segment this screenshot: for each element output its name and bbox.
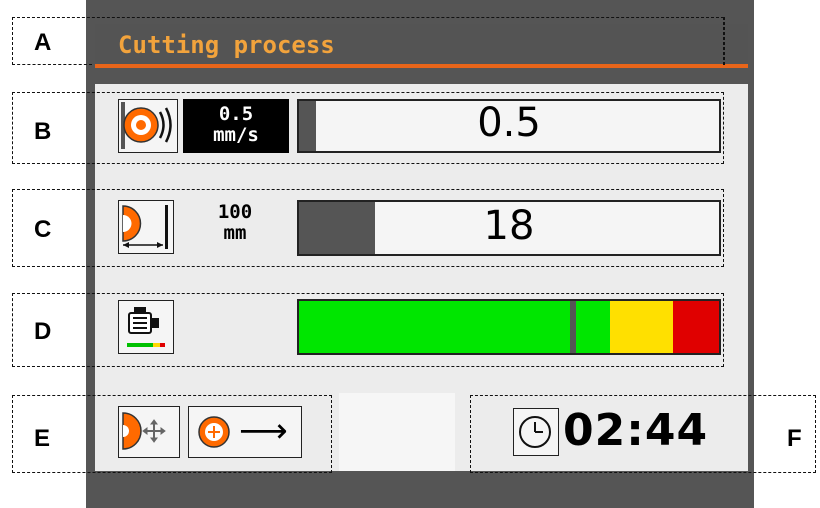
callout-a-frame bbox=[12, 17, 724, 65]
title-gap bbox=[95, 68, 748, 84]
speed-setpoint-unit: mm/s bbox=[213, 124, 259, 146]
callout-a-edge bbox=[12, 17, 13, 65]
cut-length-icon bbox=[118, 200, 174, 254]
clock-icon bbox=[513, 408, 559, 456]
callout-label-a: A bbox=[34, 29, 52, 56]
callout-a-bottom bbox=[12, 64, 92, 65]
motor-load-marker bbox=[569, 301, 576, 353]
callout-label-d: D bbox=[34, 318, 52, 345]
feed-mode-button[interactable]: ⟶ bbox=[188, 406, 302, 458]
motor-load-icon bbox=[118, 300, 174, 354]
callout-label-e: E bbox=[34, 425, 51, 452]
speed-current-value: 0.5 bbox=[477, 100, 541, 146]
length-progress-bar: 18 bbox=[297, 200, 721, 256]
callout-label-c: C bbox=[34, 216, 52, 243]
callout-label-f: F bbox=[787, 425, 802, 452]
load-zone-red bbox=[672, 301, 719, 353]
speed-progress-bar: 0.5 bbox=[297, 99, 721, 153]
length-setpoint-display: 100 mm bbox=[190, 200, 280, 252]
callout-label-b: B bbox=[34, 118, 52, 145]
motor-load-bar bbox=[297, 299, 721, 355]
direction-arrow-icon: ⟶ bbox=[239, 411, 288, 451]
elapsed-time: 02:44 bbox=[563, 405, 709, 456]
move-direction-icon bbox=[198, 416, 230, 448]
length-setpoint-value: 100 bbox=[217, 201, 253, 223]
load-zone-yellow bbox=[609, 301, 673, 353]
cutting-speed-icon bbox=[118, 99, 178, 153]
blade-positioning-icon bbox=[118, 406, 180, 458]
empty-status-field bbox=[339, 393, 455, 471]
load-zone-green bbox=[299, 301, 610, 353]
length-setpoint-unit: mm bbox=[223, 222, 247, 244]
callout-a-right bbox=[724, 17, 725, 65]
speed-setpoint-value: 0.5 bbox=[218, 103, 254, 125]
length-current-value: 18 bbox=[483, 203, 535, 249]
speed-setpoint-display: 0.5 mm/s bbox=[183, 99, 289, 153]
